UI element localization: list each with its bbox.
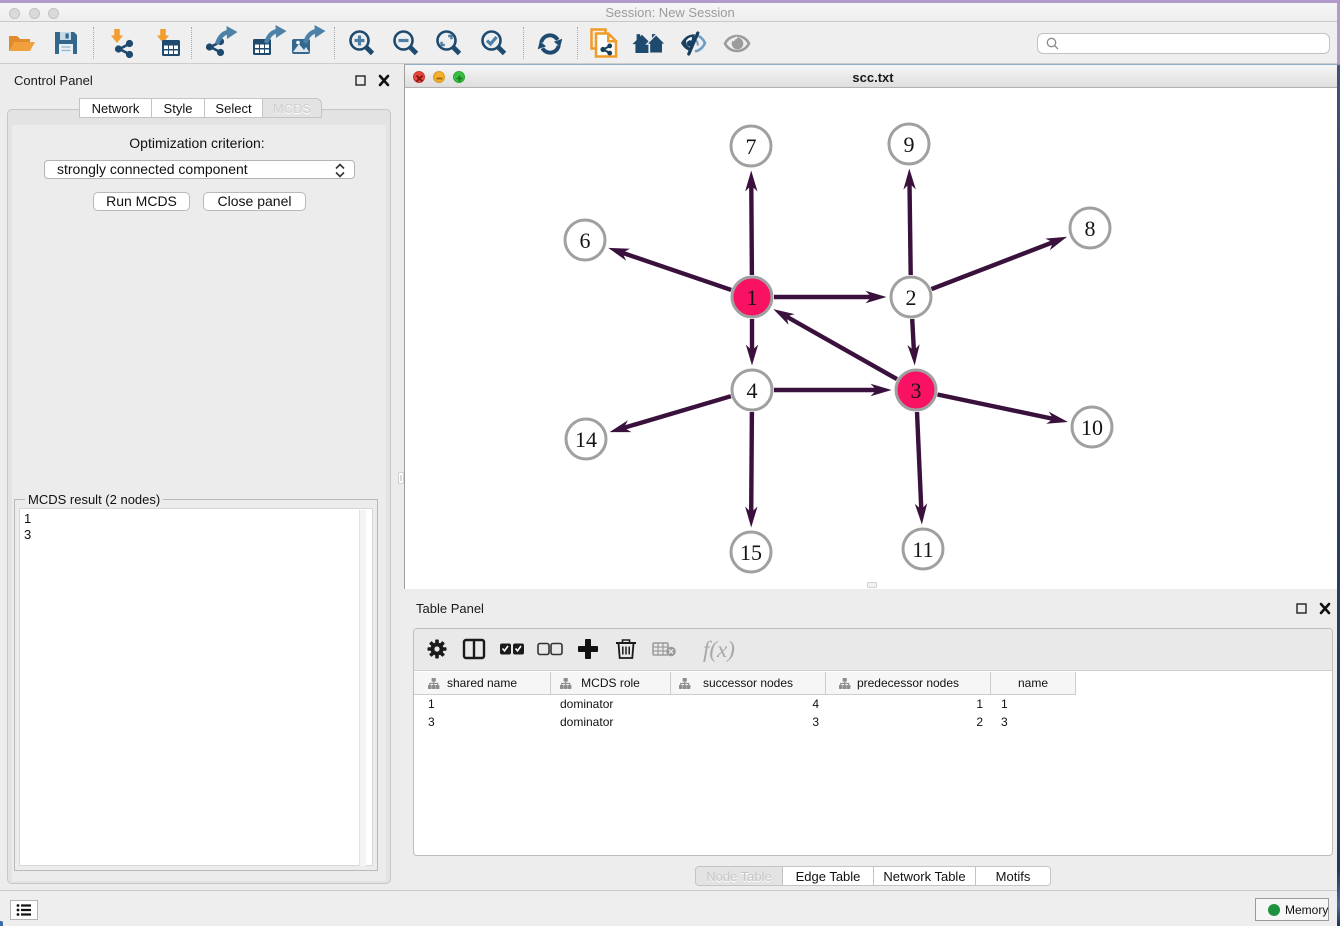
svg-text:11: 11 [912, 537, 933, 562]
svg-text:3: 3 [911, 378, 922, 403]
svg-text:9: 9 [904, 132, 915, 157]
svg-text:15: 15 [740, 540, 762, 565]
svg-text:10: 10 [1081, 415, 1103, 440]
svg-text:6: 6 [580, 228, 591, 253]
svg-text:7: 7 [746, 134, 757, 159]
svg-text:4: 4 [747, 378, 758, 403]
svg-text:f(x): f(x) [703, 637, 735, 662]
svg-text:8: 8 [1085, 216, 1096, 241]
svg-text:2: 2 [906, 285, 917, 310]
svg-text:14: 14 [575, 427, 597, 452]
svg-text:1: 1 [747, 285, 758, 310]
